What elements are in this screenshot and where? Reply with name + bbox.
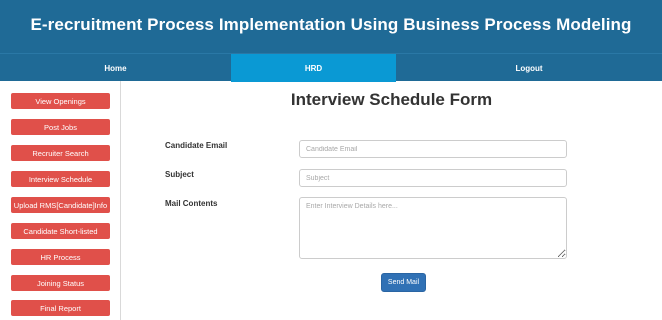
candidate-email-label: Candidate Email xyxy=(165,141,228,150)
sidebar-item-hr-process[interactable]: HR Process xyxy=(11,249,110,265)
sidebar: View Openings Post Jobs Recruiter Search… xyxy=(0,81,121,320)
app-header: E-recruitment Process Implementation Usi… xyxy=(0,0,662,53)
sidebar-item-upload-rms-info[interactable]: Upload RMS[Candidate]Info xyxy=(11,197,110,213)
nav-logout[interactable]: Logout xyxy=(396,54,662,82)
sidebar-item-recruiter-search[interactable]: Recruiter Search xyxy=(11,145,110,161)
nav-home[interactable]: Home xyxy=(0,54,231,82)
top-nav: Home HRD Logout xyxy=(0,53,662,82)
mail-contents-textarea[interactable] xyxy=(299,197,567,259)
sidebar-item-joining-status[interactable]: Joining Status xyxy=(11,275,110,291)
send-mail-button[interactable]: Send Mail xyxy=(381,273,426,292)
sidebar-item-view-openings[interactable]: View Openings xyxy=(11,93,110,109)
subject-label: Subject xyxy=(165,170,194,179)
form-title: Interview Schedule Form xyxy=(290,90,493,109)
app-title: E-recruitment Process Implementation Usi… xyxy=(30,14,632,34)
sidebar-item-post-jobs[interactable]: Post Jobs xyxy=(11,119,110,135)
subject-input[interactable] xyxy=(299,169,567,187)
nav-hrd[interactable]: HRD xyxy=(231,54,396,82)
sidebar-item-final-report[interactable]: Final Report xyxy=(11,300,110,316)
mail-contents-label: Mail Contents xyxy=(165,199,218,208)
candidate-email-input[interactable] xyxy=(299,140,567,158)
sidebar-item-candidate-short-listed[interactable]: Candidate Short-listed xyxy=(11,223,110,239)
sidebar-item-interview-schedule[interactable]: Interview Schedule xyxy=(11,171,110,187)
